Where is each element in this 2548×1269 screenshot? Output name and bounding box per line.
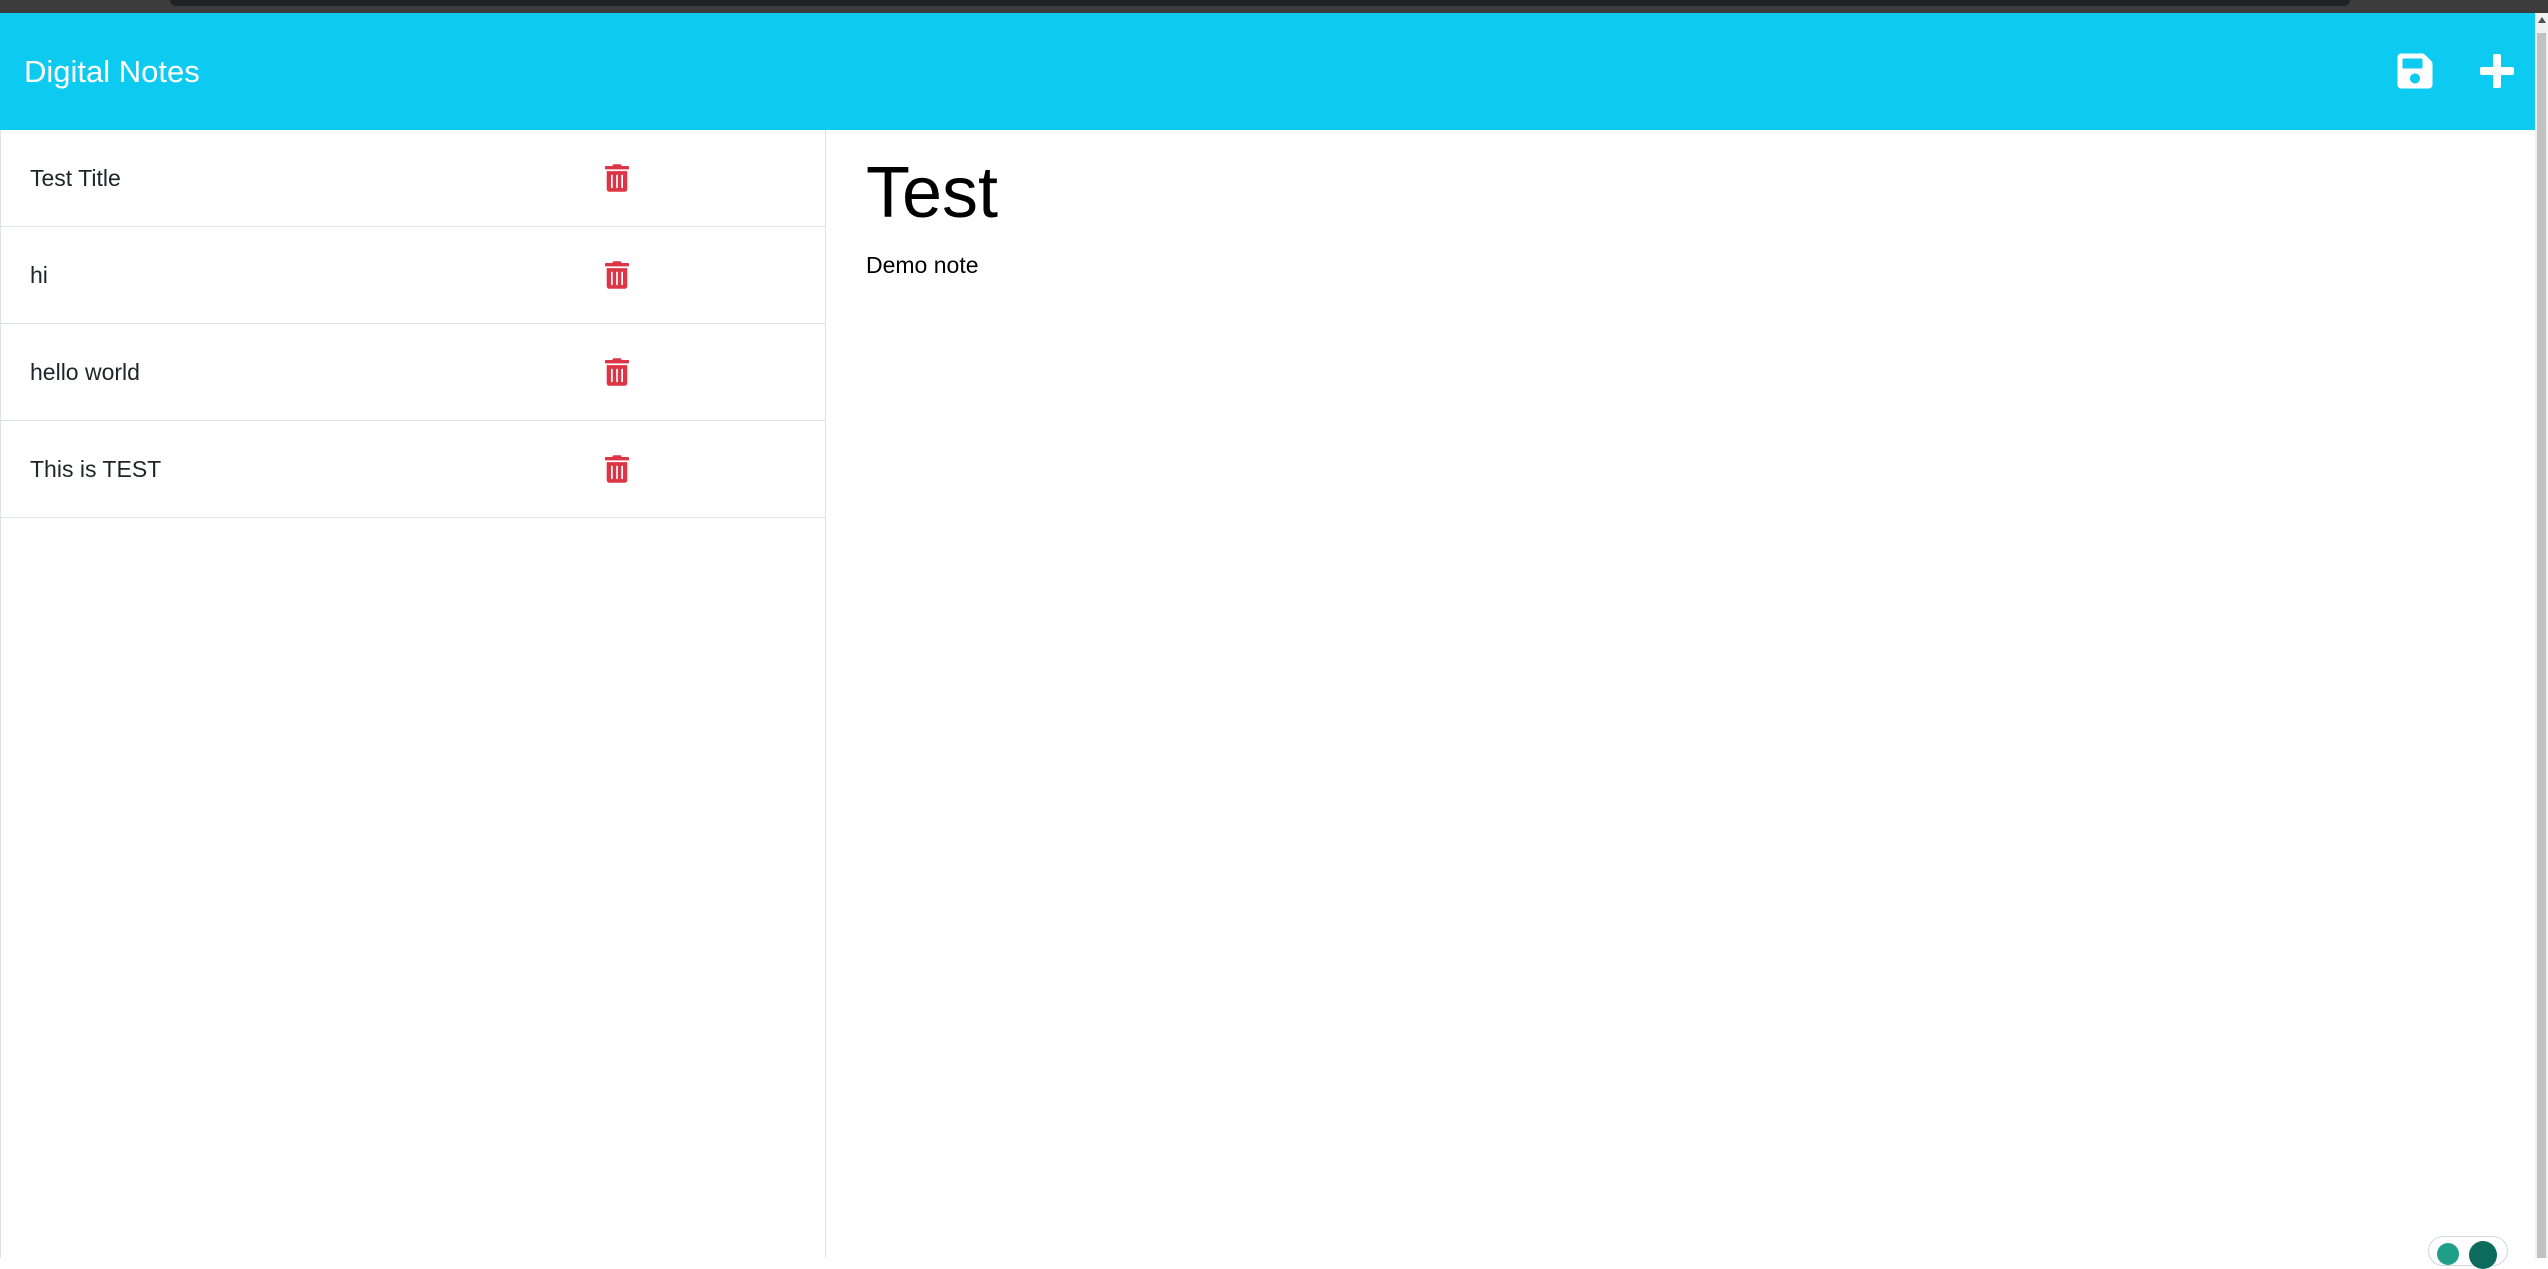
plus-icon (2480, 54, 2514, 88)
note-item-title[interactable]: Test Title (30, 130, 121, 227)
note-list-item[interactable]: hello world (1, 324, 825, 421)
browser-top-edge (0, 0, 2548, 13)
note-item-title[interactable]: hello world (30, 324, 140, 421)
note-view: Test Demo note (826, 130, 2535, 1258)
extension-icon[interactable] (2437, 1243, 2459, 1265)
navbar: Digital Notes (0, 13, 2535, 130)
scroll-up-arrow-icon[interactable] (2538, 17, 2546, 23)
add-note-button[interactable] (2477, 51, 2517, 91)
trash-icon[interactable] (605, 357, 629, 387)
note-title: Test (866, 153, 999, 233)
note-list-item[interactable]: hi (1, 227, 825, 324)
note-list-item[interactable]: Test Title (1, 130, 825, 227)
scrollbar-thumb[interactable] (2537, 33, 2546, 1258)
extension-avatar-icon[interactable] (2469, 1241, 2497, 1269)
note-body: Demo note (866, 252, 979, 278)
main-content: Test Title hi hello world This is TEST T… (0, 130, 2535, 1258)
page-scrollbar[interactable] (2535, 13, 2548, 1258)
app-brand[interactable]: Digital Notes (24, 13, 200, 130)
note-list-item[interactable]: This is TEST (1, 421, 825, 518)
trash-icon[interactable] (605, 454, 629, 484)
notes-list: Test Title hi hello world This is TEST (0, 130, 826, 1258)
trash-icon[interactable] (605, 163, 629, 193)
note-item-title[interactable]: hi (30, 227, 48, 324)
floppy-disk-icon (2397, 53, 2433, 89)
save-button[interactable] (2395, 51, 2435, 91)
extension-widget[interactable] (2428, 1236, 2508, 1269)
note-item-title[interactable]: This is TEST (30, 421, 161, 518)
browser-tab-strip (170, 0, 2350, 6)
trash-icon[interactable] (605, 260, 629, 290)
